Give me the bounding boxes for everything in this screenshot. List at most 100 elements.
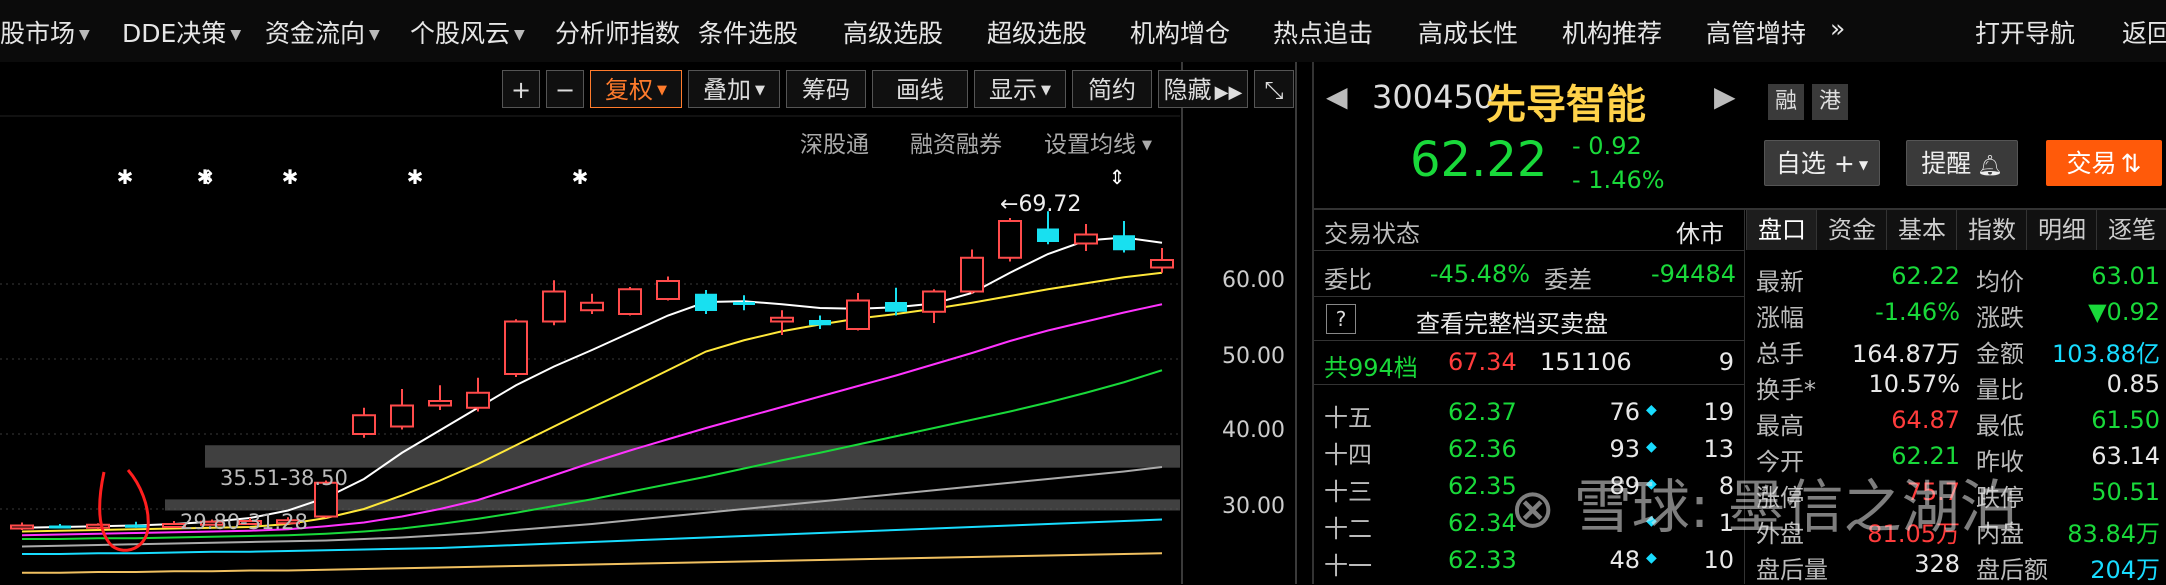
panel-divider bbox=[1312, 296, 1744, 297]
menu-item[interactable]: 高成长性 bbox=[1418, 14, 1518, 50]
moving-average-line bbox=[22, 552, 1163, 574]
fuquan-button[interactable]: 复权 ▼ bbox=[590, 70, 682, 108]
menu-item-label: 高级选股 bbox=[843, 19, 944, 48]
chevron-down-icon: ▼ bbox=[369, 27, 380, 43]
tab-zhishu[interactable]: 指数 bbox=[1956, 210, 2027, 250]
quote-value: 10.57% bbox=[1868, 370, 1960, 398]
menu-item[interactable]: 热点追击 bbox=[1273, 14, 1373, 50]
tab-mingxi[interactable]: 明细 bbox=[2026, 210, 2097, 250]
band-upper-label: 35.51-38.50 bbox=[220, 466, 348, 490]
book-level: 十二 bbox=[1324, 515, 1372, 543]
jianyue-button[interactable]: 简约 bbox=[1072, 70, 1152, 108]
menu-item[interactable]: 打开导航 bbox=[1975, 14, 2075, 50]
chevron-down-icon: ▼ bbox=[1142, 138, 1152, 153]
quote-label: 量比 bbox=[1976, 376, 2024, 404]
zoom-in-button[interactable]: + bbox=[502, 70, 540, 108]
next-stock-icon[interactable]: ▶ bbox=[1714, 80, 1736, 113]
huaxian-button[interactable]: 画线 bbox=[872, 70, 968, 108]
add-watchlist-button[interactable]: 自选 + ▼ bbox=[1764, 140, 1880, 186]
menu-item[interactable]: 机构推荐 bbox=[1562, 14, 1662, 50]
chevron-down-icon: ▼ bbox=[230, 27, 242, 43]
menu-item-label: 资金流向 bbox=[265, 19, 366, 48]
menu-item[interactable]: 股市场 ▼ bbox=[0, 14, 90, 50]
quote-value: -1.46% bbox=[1875, 298, 1960, 326]
menu-item[interactable]: 条件选股 bbox=[698, 14, 798, 50]
high-price-value: 69.72 bbox=[1018, 192, 1082, 217]
quote-label: 金额 bbox=[1976, 340, 2024, 368]
rongzi-link[interactable]: 融资融券 bbox=[910, 125, 1002, 159]
menu-item-label: 返回 bbox=[2122, 19, 2166, 48]
tab-zijin[interactable]: 资金 bbox=[1816, 210, 1887, 250]
candle-body bbox=[125, 524, 147, 528]
menu-item[interactable]: 高级选股 bbox=[843, 14, 943, 50]
add-watchlist-label: 自选 + bbox=[1775, 149, 1855, 178]
menu-item[interactable]: 返回 bbox=[2122, 14, 2166, 50]
quote-value: 50.51 bbox=[2091, 478, 2160, 506]
event-marker-icon: ✱ bbox=[282, 165, 299, 189]
price-change-pct: - 1.46% bbox=[1572, 166, 1665, 194]
event-marker-icon: ✱ bbox=[407, 165, 424, 189]
menu-item[interactable]: 机构增仓 bbox=[1130, 14, 1230, 50]
y-tick: 40.00 bbox=[1222, 418, 1285, 443]
quote-value: 328 bbox=[1914, 550, 1960, 578]
set-ma-label: 设置均线 bbox=[1044, 132, 1136, 158]
top-menu-bar: 股市场 ▼ DDE决策 ▼ 资金流向 ▼ 个股风云 ▼ 分析师指数 条件选股 高级选股 超级选股 机构增… bbox=[0, 0, 2166, 64]
full-orderbook-link[interactable]: 查看完整档买卖盘 bbox=[1416, 304, 1608, 339]
shengutong-link[interactable]: 深股通 bbox=[800, 125, 869, 159]
quote-label: 最新 bbox=[1756, 268, 1804, 296]
prev-stock-icon[interactable]: ◀ bbox=[1326, 80, 1348, 113]
trade-button[interactable]: 交易 ⇅ bbox=[2046, 140, 2162, 186]
tag-gang[interactable]: 港 bbox=[1812, 84, 1848, 120]
yincang-label: 隐藏 bbox=[1163, 76, 1212, 104]
chouma-button[interactable]: 筹码 bbox=[786, 70, 866, 108]
diamond-icon: ◆ bbox=[1646, 550, 1657, 566]
tab-pankou[interactable]: 盘口 bbox=[1746, 210, 1817, 250]
event-marker-icon: ✱ bbox=[572, 165, 589, 189]
menu-item-label: 打开导航 bbox=[1975, 19, 2076, 48]
candle-body bbox=[1074, 233, 1098, 245]
help-icon[interactable]: ? bbox=[1326, 304, 1356, 334]
xianshi-label: 显示 bbox=[989, 76, 1037, 104]
trade-status-label: 交易状态 bbox=[1324, 220, 1420, 248]
menu-item[interactable]: 高管增持 bbox=[1706, 14, 1806, 50]
alert-button[interactable]: 提醒 🔔︎ bbox=[1906, 140, 2018, 186]
diamond-icon: ◆ bbox=[1646, 402, 1657, 418]
zoom-out-button[interactable]: − bbox=[546, 70, 584, 108]
weicha-label: 委差 bbox=[1544, 266, 1592, 294]
menu-item-label: 高管增持 bbox=[1706, 19, 1807, 48]
book-price: 62.37 bbox=[1448, 398, 1517, 426]
candle-body bbox=[428, 400, 452, 407]
set-ma-link[interactable]: 设置均线 ▼ bbox=[1044, 125, 1152, 159]
book-price: 62.35 bbox=[1448, 472, 1517, 500]
fullscreen-button[interactable]: ⤡ bbox=[1254, 70, 1294, 108]
book-count: 10 bbox=[1703, 546, 1734, 574]
quote-value: 103.88亿 bbox=[2052, 340, 2160, 368]
quote-label: 涨跌 bbox=[1976, 304, 2024, 332]
menu-item-label: » bbox=[1830, 14, 1846, 43]
candle-body bbox=[733, 302, 755, 305]
tab-zhubi[interactable]: 逐笔 bbox=[2096, 210, 2166, 250]
quote-value: 0.85 bbox=[2106, 370, 2160, 398]
menu-item[interactable]: 资金流向 ▼ bbox=[265, 14, 380, 50]
menu-item[interactable]: » bbox=[1830, 14, 1845, 43]
diejia-button[interactable]: 叠加 ▼ bbox=[688, 70, 780, 108]
snowball-logo-icon: ⊗ bbox=[1510, 477, 1556, 540]
menu-item[interactable]: DDE决策 ▼ bbox=[122, 14, 241, 50]
menu-item[interactable]: 个股风云 ▼ bbox=[410, 14, 525, 50]
chevron-down-icon: ▼ bbox=[1858, 158, 1869, 172]
candle-body bbox=[656, 280, 680, 300]
book-volume: 48 bbox=[1609, 546, 1640, 574]
trade-status-value: 休市 bbox=[1676, 220, 1724, 248]
menu-item-label: DDE决策 bbox=[122, 19, 227, 48]
tab-jiben[interactable]: 基本 bbox=[1886, 210, 1957, 250]
book-level: 十一 bbox=[1324, 552, 1372, 580]
tag-rong[interactable]: 融 bbox=[1768, 84, 1804, 120]
panel-divider bbox=[1312, 384, 1744, 385]
menu-item[interactable]: 超级选股 bbox=[987, 14, 1087, 50]
yincang-button[interactable]: 隐藏 ▶▶ bbox=[1158, 70, 1248, 108]
xianshi-button[interactable]: 显示 ▼ bbox=[974, 70, 1066, 108]
menu-item[interactable]: 分析师指数 bbox=[555, 14, 680, 50]
book-price: 62.34 bbox=[1448, 509, 1517, 537]
quote-label: 均价 bbox=[1976, 268, 2024, 296]
panel-divider bbox=[1312, 340, 1744, 341]
